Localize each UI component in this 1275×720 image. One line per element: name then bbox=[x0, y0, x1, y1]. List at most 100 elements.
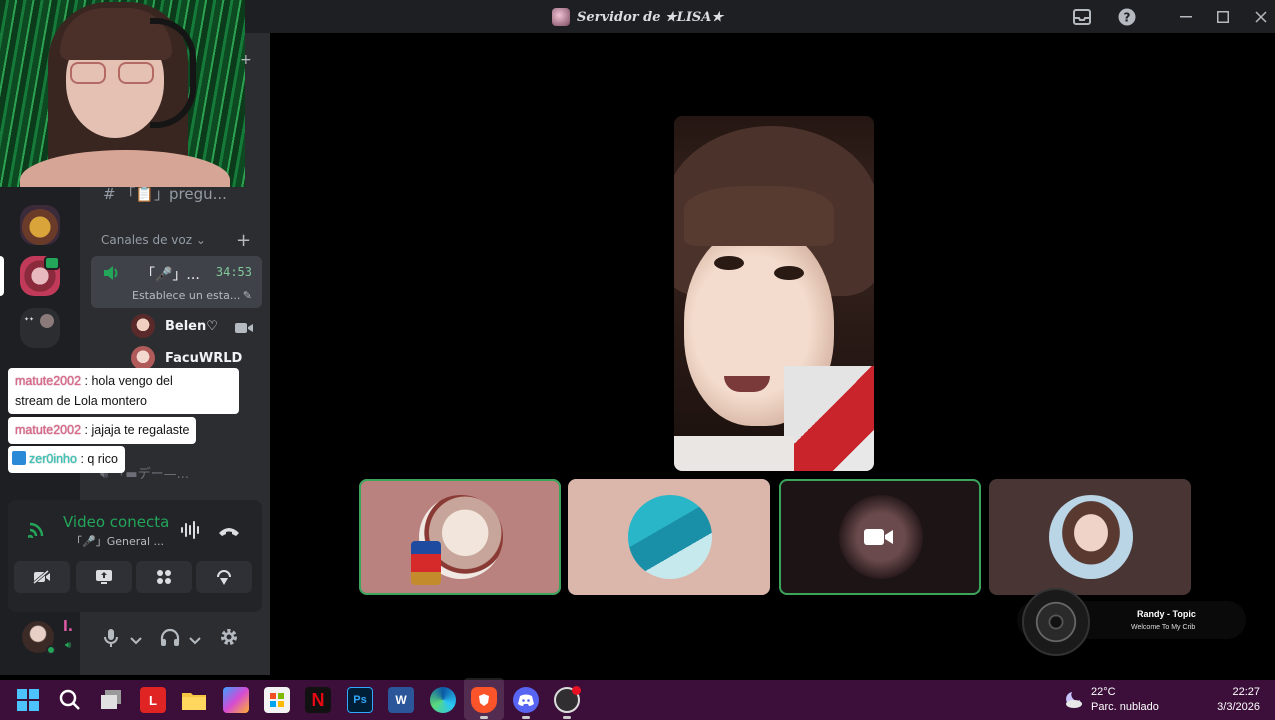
participant-tile[interactable] bbox=[568, 479, 770, 595]
participant-tile[interactable] bbox=[989, 479, 1191, 595]
chat-message: matute2002 : hola vengo del stream de Lo… bbox=[8, 368, 239, 414]
streamer-webcam bbox=[0, 0, 245, 187]
voice-status[interactable]: Establece un esta... bbox=[132, 289, 240, 302]
clock-date[interactable]: 3/3/2026 bbox=[1217, 701, 1260, 713]
word-icon[interactable]: W bbox=[388, 687, 414, 713]
webcam-glasses bbox=[70, 62, 156, 84]
photoshop-icon[interactable]: Ps bbox=[347, 687, 373, 713]
add-channel-icon[interactable]: + bbox=[236, 230, 251, 251]
minimize-icon[interactable] bbox=[1175, 6, 1197, 28]
user-panel: l. 🔊︎ bbox=[8, 614, 262, 662]
voice-category-label[interactable]: Canales de voz ⌄ bbox=[101, 233, 206, 247]
task-view-icon[interactable] bbox=[99, 687, 125, 713]
video-eye bbox=[714, 256, 744, 270]
signal-icon[interactable] bbox=[26, 520, 46, 542]
settings-gear-icon[interactable] bbox=[218, 626, 240, 652]
participant-tile[interactable] bbox=[359, 479, 561, 595]
speaker-icon bbox=[103, 265, 121, 285]
chat-text: : q rico bbox=[80, 452, 118, 466]
file-explorer-icon[interactable] bbox=[181, 687, 207, 713]
l-app-icon[interactable]: L bbox=[140, 687, 166, 713]
user-name[interactable]: l. bbox=[63, 619, 73, 635]
chat-username: matute2002 bbox=[15, 374, 82, 388]
voice-timer: 34:53 bbox=[215, 265, 252, 279]
voice-member[interactable]: Belen♡ bbox=[131, 313, 218, 339]
camera-icon bbox=[235, 319, 253, 338]
server-icon bbox=[552, 8, 570, 26]
server-folder-icon[interactable]: ✦✦ bbox=[20, 308, 60, 348]
microphone-icon[interactable] bbox=[103, 628, 119, 652]
discord-icon[interactable] bbox=[513, 687, 539, 713]
voice-status-title: Video conecta bbox=[63, 513, 170, 531]
video-eye bbox=[774, 266, 804, 280]
online-status-icon bbox=[46, 645, 56, 655]
chevron-down-icon[interactable] bbox=[189, 630, 201, 649]
album-disc-icon bbox=[1022, 588, 1090, 656]
speaking-icon: 🔊︎ bbox=[65, 640, 72, 651]
pencil-icon[interactable]: ✎ bbox=[243, 289, 252, 302]
help-icon[interactable]: ? bbox=[1116, 6, 1138, 28]
member-name: FacuWRLD bbox=[165, 350, 243, 366]
maximize-icon[interactable] bbox=[1212, 6, 1234, 28]
obs-icon[interactable] bbox=[554, 686, 581, 713]
soundboard-button[interactable] bbox=[196, 561, 252, 593]
server-icon[interactable] bbox=[20, 205, 60, 245]
store-icon[interactable] bbox=[264, 687, 290, 713]
main-video-feed[interactable] bbox=[674, 116, 874, 471]
noise-suppression-icon[interactable] bbox=[180, 521, 202, 543]
chevron-down-icon[interactable] bbox=[130, 630, 142, 649]
weather-description[interactable]: Parc. nublado bbox=[1091, 701, 1159, 713]
clock-time[interactable]: 22:27 bbox=[1232, 686, 1260, 698]
close-icon[interactable] bbox=[1250, 6, 1272, 28]
running-indicator bbox=[522, 716, 530, 719]
search-icon[interactable] bbox=[57, 687, 83, 713]
participant-tile[interactable] bbox=[779, 479, 981, 595]
chat-username: matute2002 bbox=[15, 423, 82, 437]
start-icon[interactable] bbox=[15, 687, 41, 713]
inbox-icon[interactable] bbox=[1071, 6, 1093, 28]
badge-icon bbox=[12, 451, 26, 465]
weather-temperature[interactable]: 22°C bbox=[1091, 686, 1116, 698]
voice-channel-name: 「🎤」... bbox=[141, 267, 200, 283]
video-camera-icon bbox=[863, 526, 895, 548]
video-bangs bbox=[684, 186, 834, 246]
chat-text: : jajaja te regalaste bbox=[84, 423, 190, 437]
member-name: Belen♡ bbox=[165, 318, 218, 334]
add-member-icon[interactable]: + bbox=[240, 52, 252, 68]
voice-channel-active[interactable]: 「🎤」... 34:53 Establece un esta... ✎ bbox=[91, 256, 262, 308]
edge-icon[interactable] bbox=[430, 687, 456, 713]
brave-icon[interactable] bbox=[471, 687, 497, 713]
copilot-icon[interactable] bbox=[223, 687, 249, 713]
now-playing-track: Welcome To My Crib bbox=[1131, 624, 1196, 631]
svg-text:?: ? bbox=[1124, 11, 1131, 25]
disconnect-icon[interactable] bbox=[218, 523, 240, 542]
voice-channel-sub[interactable]: 「🎤」General ... bbox=[71, 533, 164, 549]
chevron-down-icon: ⌄ bbox=[195, 233, 206, 247]
voice-category-text: Canales de voz bbox=[101, 233, 193, 247]
member-avatar bbox=[131, 314, 155, 338]
running-indicator bbox=[563, 716, 571, 719]
chat-username: zer0inho bbox=[29, 452, 77, 466]
video-live-icon bbox=[44, 256, 60, 270]
chat-text: : hola vengo del bbox=[84, 374, 173, 388]
screen: Servidor de ★LISA★ ? Randy - Topic Welco… bbox=[0, 0, 1275, 720]
chat-message: matute2002 : jajaja te regalaste bbox=[8, 417, 197, 444]
window-title-text: Servidor de ★LISA★ bbox=[577, 9, 724, 25]
chat-text: stream de Lola montero bbox=[15, 394, 148, 408]
netflix-icon[interactable]: N bbox=[305, 687, 331, 713]
camera-off-button[interactable] bbox=[14, 561, 70, 593]
running-indicator bbox=[480, 716, 488, 719]
activities-button[interactable] bbox=[136, 561, 192, 593]
window-title: Servidor de ★LISA★ bbox=[552, 7, 723, 27]
active-server-indicator bbox=[0, 256, 4, 296]
weather-icon[interactable] bbox=[1062, 688, 1084, 710]
headphones-icon[interactable] bbox=[160, 628, 180, 652]
screen-share-button[interactable] bbox=[76, 561, 132, 593]
avatar-decoration bbox=[411, 541, 441, 585]
now-playing-artist: Randy - Topic bbox=[1137, 609, 1196, 619]
voice-connection-panel: Video conecta 「🎤」General ... bbox=[8, 500, 262, 612]
video-shirt bbox=[784, 366, 874, 471]
webcam-headset bbox=[150, 18, 196, 128]
chat-message: zer0inho : q rico bbox=[8, 446, 125, 473]
member-avatar bbox=[131, 346, 155, 370]
